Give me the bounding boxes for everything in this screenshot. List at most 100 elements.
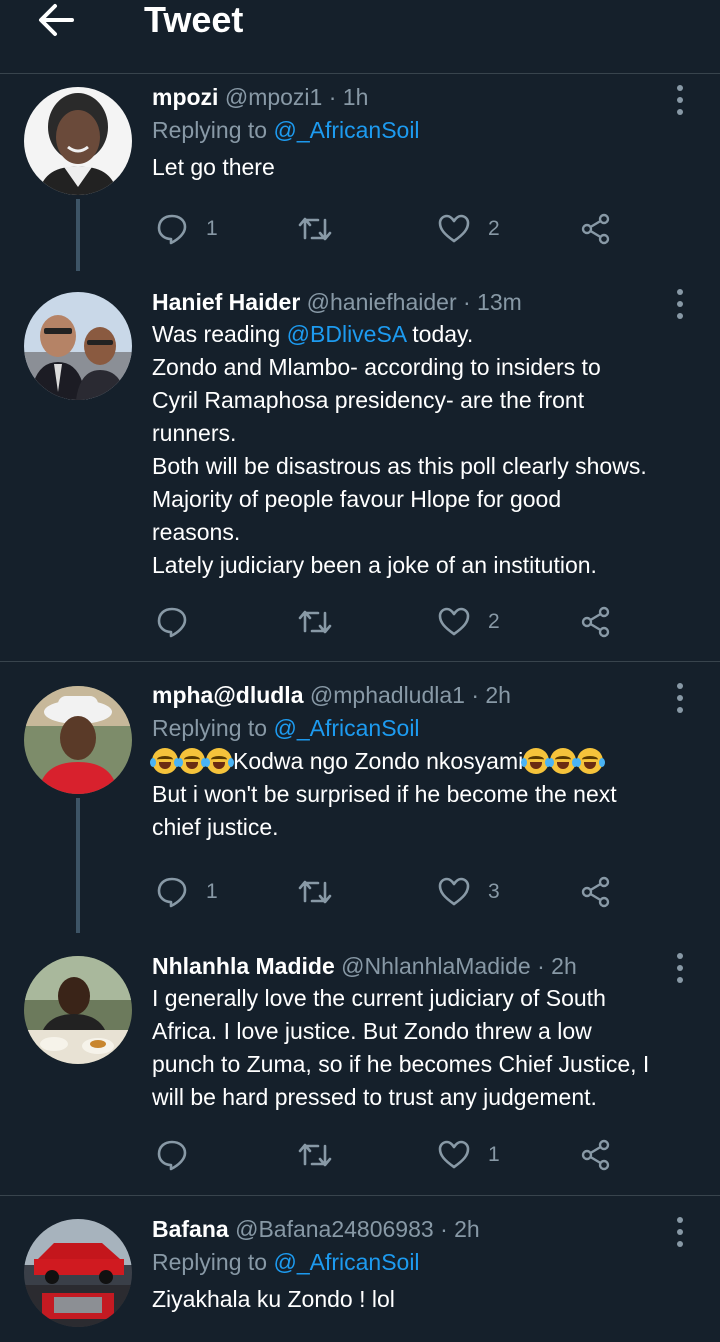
arrow-left-icon xyxy=(39,4,74,36)
tweet-meta: Hanief Haider @haniefhaider · 13m xyxy=(152,286,698,318)
handle[interactable]: @NhlanhlaMadide xyxy=(341,953,531,979)
reply-button[interactable]: 1 xyxy=(156,872,218,912)
tweet-actions: 1 3 xyxy=(152,872,632,912)
like-button[interactable]: 2 xyxy=(438,209,500,249)
page-title: Tweet xyxy=(144,0,244,40)
display-name[interactable]: Nhlanhla Madide xyxy=(152,953,335,979)
retweet-icon xyxy=(298,1143,332,1167)
retweet-button[interactable] xyxy=(298,209,332,249)
tweet-text-line: runners. xyxy=(152,420,237,446)
thread-connector xyxy=(76,199,80,271)
avatar[interactable] xyxy=(24,1219,132,1327)
like-count: 2 xyxy=(488,610,500,633)
top-app-bar: Tweet xyxy=(0,0,720,74)
handle[interactable]: @mpozi1 xyxy=(225,84,323,110)
tweet-item[interactable]: Hanief Haider @haniefhaider · 13m Was re… xyxy=(0,271,720,662)
tweet-text-prefix: Was reading xyxy=(152,321,287,347)
retweet-icon xyxy=(298,880,332,904)
share-icon xyxy=(581,213,610,245)
reply-button[interactable]: 1 xyxy=(156,209,218,249)
handle[interactable]: @haniefhaider xyxy=(307,289,457,315)
mention-link[interactable]: @_AfricanSoil xyxy=(273,117,419,143)
display-name[interactable]: Hanief Haider xyxy=(152,289,300,315)
reply-icon xyxy=(157,607,187,638)
like-button[interactable]: 3 xyxy=(438,872,500,912)
reply-button[interactable] xyxy=(156,1135,188,1175)
laughing-tears-emoji-icon xyxy=(177,748,207,774)
laughing-tears-emoji-icon xyxy=(575,748,606,774)
replying-to-label: Replying to xyxy=(152,117,268,143)
laughing-tears-emoji-icon xyxy=(521,748,552,774)
reply-count: 1 xyxy=(206,217,218,240)
mention-link[interactable]: @BDliveSA xyxy=(287,321,406,347)
more-options-button[interactable] xyxy=(674,85,686,115)
more-options-button[interactable] xyxy=(674,289,686,319)
tweet-item[interactable]: Nhlanhla Madide @NhlanhlaMadide · 2h I g… xyxy=(0,933,720,1196)
mention-link[interactable]: @_AfricanSoil xyxy=(273,1249,419,1275)
tweet-text-line: chief justice. xyxy=(152,814,279,840)
tweet-text-line: Kodwa ngo Zondo nkosyami xyxy=(150,745,698,778)
share-button[interactable] xyxy=(580,872,612,912)
display-name[interactable]: mpozi xyxy=(152,84,218,110)
retweet-button[interactable] xyxy=(298,1135,332,1175)
tweet-meta: mpha@dludla @mphadludla1 · 2h xyxy=(152,679,698,711)
tweet-item[interactable]: mpozi @mpozi1 · 1h Replying to @_African… xyxy=(0,75,720,271)
back-button[interactable] xyxy=(34,0,78,40)
reply-icon xyxy=(157,1140,187,1171)
share-button[interactable] xyxy=(580,209,612,249)
laughing-tears-emoji-icon xyxy=(548,748,579,774)
tweet-text-line: Africa. I love justice. But Zondo threw … xyxy=(152,1018,592,1044)
tweet-text-segment: Kodwa ngo Zondo nkosyami xyxy=(233,748,524,774)
tweet-text: Kodwa ngo Zondo nkosyami But i won't be … xyxy=(150,745,698,844)
display-name[interactable]: Bafana xyxy=(152,1216,229,1242)
retweet-icon xyxy=(298,217,332,241)
timestamp: · 1h xyxy=(328,84,369,110)
tweet-meta: Nhlanhla Madide @NhlanhlaMadide · 2h xyxy=(152,950,698,982)
like-count: 3 xyxy=(488,880,500,903)
display-name[interactable]: mpha@dludla xyxy=(152,682,304,708)
tweet-actions: 1 xyxy=(152,1135,632,1175)
tweet-meta: Bafana @Bafana24806983 · 2h xyxy=(152,1213,698,1245)
share-icon xyxy=(581,606,610,638)
reply-icon xyxy=(157,214,187,245)
avatar[interactable] xyxy=(24,956,132,1064)
tweet-text-line: But i won't be surprised if he become th… xyxy=(152,781,617,807)
more-options-button[interactable] xyxy=(674,683,686,713)
tweet-text-line: Zondo and Mlambo- according to insiders … xyxy=(152,354,601,380)
like-button[interactable]: 1 xyxy=(438,1135,500,1175)
avatar[interactable] xyxy=(24,87,132,195)
share-button[interactable] xyxy=(580,1135,612,1175)
tweet-text-line: Cyril Ramaphosa presidency- are the fron… xyxy=(152,387,585,413)
tweet-text-line: punch to Zuma, so if he becomes Chief Ju… xyxy=(152,1051,650,1077)
share-icon xyxy=(581,1139,610,1171)
reply-button[interactable] xyxy=(156,602,188,642)
more-options-button[interactable] xyxy=(674,1217,686,1247)
mention-link[interactable]: @_AfricanSoil xyxy=(273,715,419,741)
tweet-text: I generally love the current judiciary o… xyxy=(152,982,698,1114)
retweet-button[interactable] xyxy=(298,602,332,642)
avatar[interactable] xyxy=(24,292,132,400)
heart-icon xyxy=(438,214,470,243)
tweet-actions: 1 2 xyxy=(152,209,632,249)
tweet-text-line: reasons. xyxy=(152,519,241,545)
replying-to-label: Replying to xyxy=(152,715,268,741)
tweet-text: Let go there xyxy=(152,154,275,180)
tweet-item[interactable]: mpha@dludla @mphadludla1 · 2h Replying t… xyxy=(0,663,720,933)
handle[interactable]: @Bafana24806983 xyxy=(235,1216,434,1242)
share-button[interactable] xyxy=(580,602,612,642)
handle[interactable]: @mphadludla1 xyxy=(310,682,465,708)
avatar[interactable] xyxy=(24,686,132,794)
more-options-button[interactable] xyxy=(674,953,686,983)
replying-to: Replying to @_AfricanSoil xyxy=(152,711,698,745)
replying-to: Replying to @_AfricanSoil xyxy=(152,113,698,147)
tweet-item[interactable]: Bafana @Bafana24806983 · 2h Replying to … xyxy=(0,1197,720,1342)
heart-icon xyxy=(438,1140,470,1169)
tweet-actions: 2 xyxy=(152,602,632,642)
heart-icon xyxy=(438,607,470,636)
timestamp: · 2h xyxy=(537,953,577,979)
retweet-button[interactable] xyxy=(298,872,332,912)
thread-connector xyxy=(76,798,80,933)
like-button[interactable]: 2 xyxy=(438,602,500,642)
tweet-text-line: I generally love the current judiciary o… xyxy=(152,985,606,1011)
tweet-text-suffix: today. xyxy=(405,321,474,347)
